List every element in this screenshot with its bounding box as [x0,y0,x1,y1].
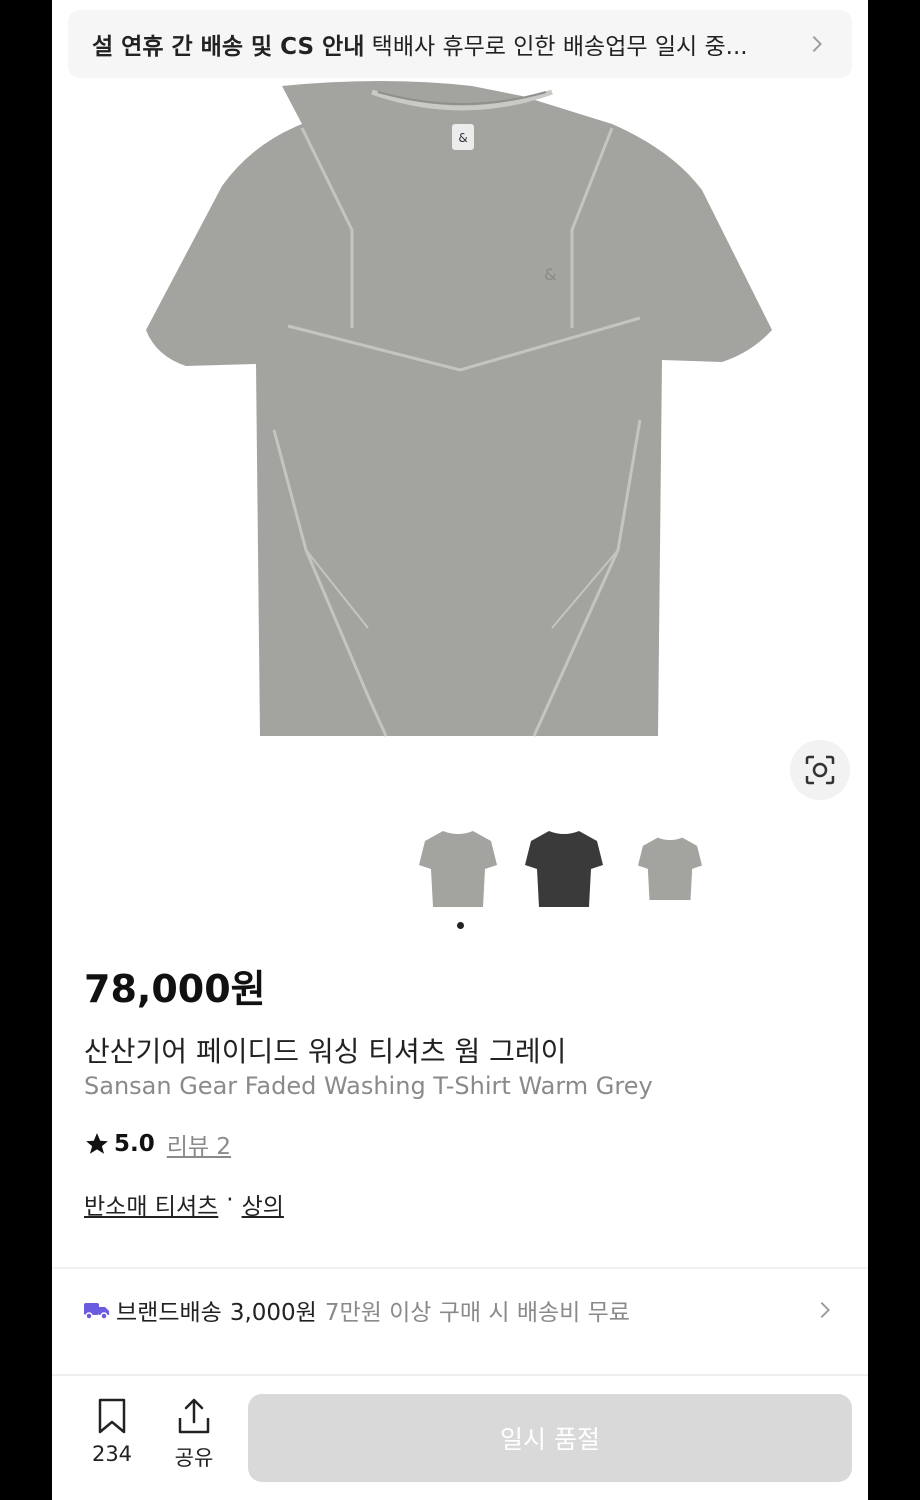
notice-title: 설 연휴 간 배송 및 CS 안내 [92,34,365,60]
category-link-primary[interactable]: 반소매 티셔츠 [84,1187,218,1221]
truck-icon [84,1303,109,1320]
product-image[interactable]: & & [52,80,868,760]
category-breadcrumb: 반소매 티셔츠 · 상의 [84,1187,284,1221]
bottom-action-bar: 234 공유 일시 품절 [52,1374,868,1500]
gray-tshirt-image: & & [146,81,772,737]
shipping-info-row[interactable]: 브랜드배송 3,000원 7만원 이상 구매 시 배송비 무료 [84,1290,836,1330]
category-separator: · [226,1187,234,1213]
category-link-secondary[interactable]: 상의 [242,1187,284,1221]
shipping-label: 브랜드배송 [116,1300,222,1326]
share-label: 공유 [174,1446,214,1470]
product-price: 78,000원 [84,967,266,1011]
review-link[interactable]: 리뷰 2 [167,1127,231,1161]
black-tshirt-thumbnail [525,831,603,907]
shipping-condition: 7만원 이상 구매 시 배송비 무료 [324,1300,630,1326]
section-divider [52,1267,868,1269]
share-icon [178,1398,210,1434]
gray-tshirt-thumbnail-small [638,837,702,900]
thumbnail-indicator-dot [457,922,464,929]
sold-out-button[interactable]: 일시 품절 [248,1394,852,1482]
star-icon [86,1133,108,1154]
bookmark-count: 234 [91,1442,133,1466]
product-name-english: Sansan Gear Faded Washing T-Shirt Warm G… [84,1072,653,1100]
thumbnail-3[interactable] [629,822,711,914]
bookmark-icon [98,1398,126,1434]
shipping-fee: 3,000원 [229,1300,317,1326]
thumbnail-1[interactable] [417,822,499,914]
share-button[interactable]: 공유 [164,1396,224,1472]
bookmark-button[interactable]: 234 [82,1396,142,1466]
notice-body: 택배사 휴무로 인한 배송업무 일시 중... [371,34,748,60]
image-search-icon [805,755,835,785]
thumbnail-strip [417,822,711,914]
product-name-korean: 산산기어 페이디드 워싱 티셔츠 웜 그레이 [84,1035,567,1068]
gray-tshirt-thumbnail [419,831,497,907]
notice-banner[interactable]: 설 연휴 간 배송 및 CS 안내 택배사 휴무로 인한 배송업무 일시 중..… [68,10,852,78]
screen: 설 연휴 간 배송 및 CS 안내 택배사 휴무로 인한 배송업무 일시 중..… [52,0,868,1500]
product-rating: 5.0 리뷰 2 [84,1127,231,1161]
svg-text:&: & [544,265,556,284]
image-search-button[interactable] [790,740,850,800]
svg-text:&: & [458,131,467,145]
rating-score: 5.0 [114,1131,155,1157]
chevron-right-icon [812,36,822,52]
chevron-right-icon [820,1302,830,1318]
thumbnail-2[interactable] [523,822,605,914]
notice-text: 설 연휴 간 배송 및 CS 안내 택배사 휴무로 인한 배송업무 일시 중..… [92,27,798,61]
